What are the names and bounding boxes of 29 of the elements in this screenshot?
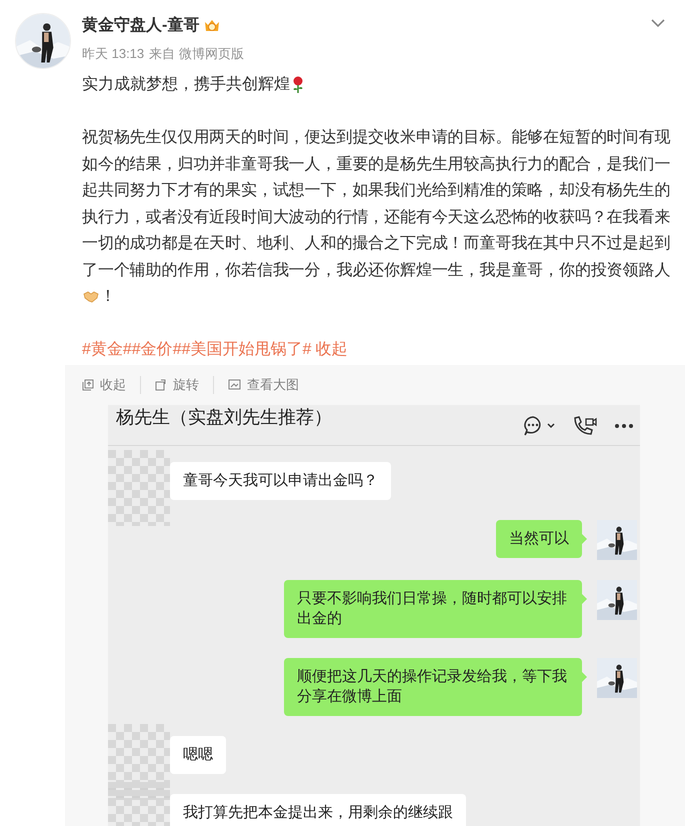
chat-bubble-icon[interactable] (522, 414, 556, 436)
chat-title: 杨先生（实盘刘先生推荐） (116, 406, 333, 429)
hashtag-link[interactable]: #金价# (132, 337, 182, 364)
collapse-icon (82, 378, 94, 390)
phone-video-icon[interactable] (572, 414, 598, 436)
sent-message-bubble: 顺便把这几天的操作记录发给我，等下我分享在微博上面 (284, 658, 582, 716)
received-message-bubble: 童哥今天我可以申请出金吗？ (170, 462, 391, 500)
sent-message-bubble: 只要不影响我们日常操，随时都可以安排出金的 (284, 580, 582, 638)
sent-message-bubble: 当然可以 (496, 520, 582, 558)
crown-badge-icon (203, 18, 222, 34)
post-body-end: ！ (100, 288, 116, 305)
post-headline: 实力成就梦想，携手共创辉煌 (82, 74, 290, 95)
toolbar-button[interactable]: 查看大图 (228, 374, 299, 394)
post-body: 祝贺杨先生仅仅用两天的时间，便达到提交收米申请的目标。能够在短暂的时间有现如今的结果，归功并非童哥我一人，重要的是杨先生用较高执行力的配合，是我们一起共同努力下才有的果实，试想一下，如果我们光给到精准的策略，却没有杨先生的执行力，或者没有近段时间大波动的行情，还能有今天这么恐怖的收获吗？在我看来一切的成功都是在天时、地利、人和的撮合之下完成！而童哥我在其中只不过是起到了一个辅助的作用，你若信我一分，我必还你辉煌一生，我是童哥，你的投资领路人 (82, 129, 670, 278)
rotate-icon (155, 378, 167, 390)
toolbar-button[interactable]: 旋转 (155, 374, 199, 394)
received-message-bubble: 我打算先把本金提出来，用剩余的继续跟 (170, 794, 466, 826)
rose-icon (291, 76, 305, 94)
chevron-down-icon[interactable] (651, 19, 665, 28)
collapse-link[interactable]: 收起 (315, 337, 348, 364)
post-source: 来自 微博网页版 (149, 45, 244, 63)
author-name[interactable]: 黄金守盘人-童哥 (82, 14, 200, 38)
post-time[interactable]: 昨天 13:13 (82, 44, 144, 64)
image-icon (228, 378, 241, 390)
received-message-bubble: 嗯嗯 (170, 736, 226, 774)
hashtag-link[interactable]: #美国开始甩锅了# (182, 337, 312, 364)
toolbar-button[interactable]: 收起 (82, 374, 126, 394)
hashtag-link[interactable]: #黄金# (82, 337, 132, 364)
more-icon[interactable] (614, 422, 634, 428)
